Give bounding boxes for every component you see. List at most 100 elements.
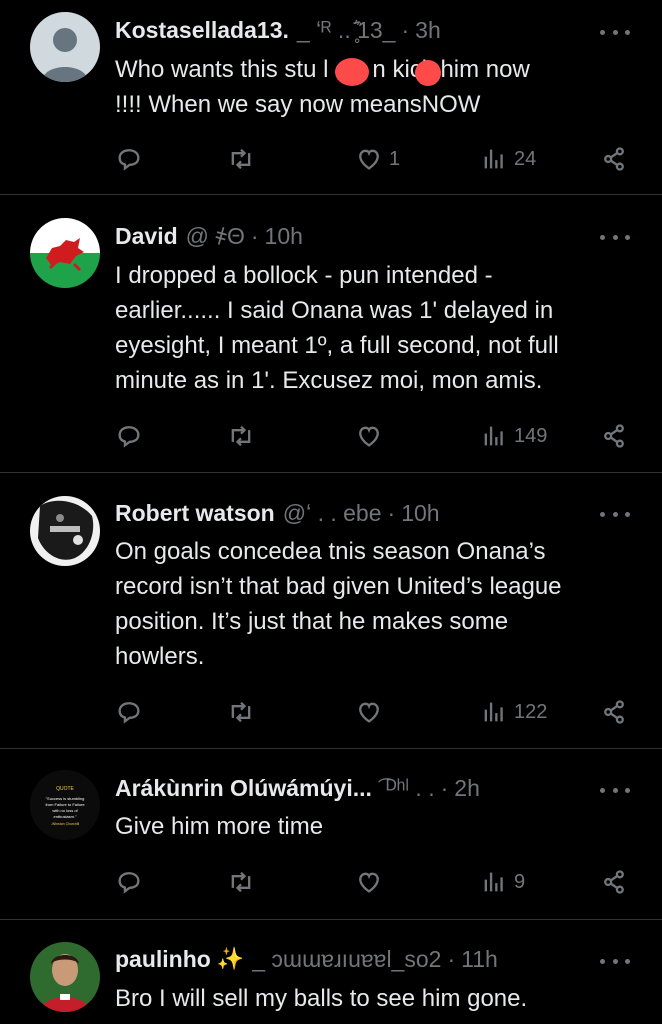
retweet-button[interactable] <box>227 867 261 897</box>
views-button[interactable]: 122 <box>480 697 547 727</box>
svg-text:"Success is stumbling: "Success is stumbling <box>46 796 85 801</box>
post-header: David @ ҂Θ · 10h <box>115 220 582 252</box>
avatar[interactable]: QUOTE "Success is stumbling from Failure… <box>30 770 100 840</box>
post-header: Arákùnrin Olúwámúyi... ͡ ᴰʰˡ . . · 2h <box>115 772 582 804</box>
user-handle[interactable]: @ ҂Θ <box>186 223 245 250</box>
timestamp[interactable]: 3h <box>415 17 441 44</box>
reply-icon <box>118 872 140 894</box>
user-handle[interactable]: @ʻ . . ebe <box>283 500 382 527</box>
post-text: Give him more time <box>115 813 324 840</box>
avatar[interactable] <box>30 12 100 82</box>
welsh-flag-icon <box>30 218 100 288</box>
more-options-button[interactable] <box>600 504 630 524</box>
more-icon <box>600 29 605 35</box>
retweet-button[interactable] <box>227 144 261 174</box>
view-count: 24 <box>514 147 537 170</box>
post[interactable]: David @ ҂Θ · 10h I dropped a bollock - p… <box>0 195 662 473</box>
action-bar: 122 <box>115 697 632 727</box>
avatar[interactable] <box>30 942 100 1012</box>
display-name[interactable]: Arákùnrin Olúwámúyi... <box>115 775 372 802</box>
post[interactable]: Kostasellada13. _ ʻᴿ .. ̥҄͛13_ · 3h Who … <box>0 0 662 195</box>
views-icon <box>484 702 503 722</box>
like-icon <box>359 872 379 893</box>
display-name[interactable]: paulinho <box>115 946 211 973</box>
timestamp[interactable]: 11h <box>461 946 498 973</box>
svg-text:enthusiasm.": enthusiasm." <box>54 814 78 819</box>
timestamp[interactable]: 10h <box>401 500 439 527</box>
views-icon <box>484 149 503 169</box>
post-header: Kostasellada13. _ ʻᴿ .. ̥҄͛13_ · 3h <box>115 14 582 46</box>
timestamp[interactable]: 10h <box>265 223 303 250</box>
post-header: Robert watson @ʻ . . ebe · 10h <box>115 497 582 529</box>
retweet-icon <box>231 701 251 723</box>
avatar[interactable] <box>30 218 100 288</box>
sparkles-icon: ✨ <box>216 946 245 971</box>
separator-dot: · <box>387 499 396 526</box>
more-icon <box>600 958 605 964</box>
redaction-mark <box>335 58 369 86</box>
post-text: I dropped a bollock - pun intended - ear… <box>115 262 559 394</box>
reply-button[interactable] <box>115 867 149 897</box>
retweet-button[interactable] <box>227 421 261 451</box>
views-icon <box>484 872 503 892</box>
like-button[interactable] <box>355 867 389 897</box>
post-header: paulinho ✨ _ ɔɯɯɐɹıuɐɐl_so2 · 11h <box>115 943 582 975</box>
display-name[interactable]: Robert watson <box>115 500 275 527</box>
more-options-button[interactable] <box>600 227 630 247</box>
user-handle[interactable]: _ ɔɯɯɐɹıuɐɐl_so2 <box>252 946 441 973</box>
like-button[interactable]: 1 <box>355 144 400 174</box>
view-count: 122 <box>514 700 548 723</box>
action-bar: 1 24 <box>115 144 632 174</box>
views-icon <box>484 426 503 446</box>
like-count: 1 <box>389 147 401 170</box>
post[interactable]: Robert watson @ʻ . . ebe · 10h On goals … <box>0 473 662 749</box>
player-avatar-icon <box>30 942 100 1012</box>
retweet-icon <box>231 425 251 447</box>
timestamp[interactable]: 2h <box>454 775 480 802</box>
like-icon <box>359 426 379 447</box>
user-handle[interactable]: _ ʻᴿ .. ̥҄͛13_ <box>297 17 396 44</box>
post[interactable]: QUOTE "Success is stumbling from Failure… <box>0 749 662 920</box>
more-options-button[interactable] <box>600 22 630 42</box>
display-name[interactable]: Kostasellada13. <box>115 17 289 44</box>
like-button[interactable] <box>355 421 389 451</box>
share-button[interactable] <box>600 697 628 727</box>
share-button[interactable] <box>600 867 628 897</box>
separator-dot: · <box>250 222 259 249</box>
reply-icon <box>118 426 140 448</box>
user-handle[interactable]: ͡ ᴰʰˡ . . <box>380 775 435 802</box>
display-name[interactable]: David <box>115 223 178 250</box>
quote-avatar-icon: QUOTE "Success is stumbling from Failure… <box>30 770 100 840</box>
retweet-button[interactable] <box>227 697 261 727</box>
more-options-button[interactable] <box>600 951 630 971</box>
reply-icon <box>118 149 140 171</box>
svg-text:from Failure to Failure: from Failure to Failure <box>45 802 85 807</box>
svg-text:with no loss of: with no loss of <box>52 808 78 813</box>
share-icon <box>604 870 624 894</box>
separator-dot: · <box>440 774 449 801</box>
share-button[interactable] <box>600 421 628 451</box>
views-button[interactable]: 24 <box>480 144 536 174</box>
like-icon <box>359 149 379 170</box>
reply-button[interactable] <box>115 144 149 174</box>
reply-button[interactable] <box>115 697 149 727</box>
action-bar: 149 <box>115 421 632 451</box>
more-options-button[interactable] <box>600 780 630 800</box>
reply-button[interactable] <box>115 421 149 451</box>
avatar[interactable] <box>30 496 100 566</box>
view-count: 149 <box>514 424 548 447</box>
view-count: 9 <box>514 870 526 893</box>
views-button[interactable]: 9 <box>480 867 525 897</box>
more-icon <box>600 234 605 240</box>
share-button[interactable] <box>600 144 628 174</box>
separator-dot: · <box>447 945 456 972</box>
default-avatar-icon <box>30 12 100 82</box>
views-button[interactable]: 149 <box>480 421 547 451</box>
svg-text:-Winston Churchill: -Winston Churchill <box>51 822 80 826</box>
post[interactable]: paulinho ✨ _ ɔɯɯɐɹıuɐɐl_so2 · 11h Bro I … <box>0 920 662 1024</box>
like-button[interactable] <box>355 697 389 727</box>
more-icon <box>600 787 605 793</box>
separator-dot: · <box>401 16 410 43</box>
svg-text:QUOTE: QUOTE <box>56 786 74 792</box>
like-icon <box>359 702 379 723</box>
